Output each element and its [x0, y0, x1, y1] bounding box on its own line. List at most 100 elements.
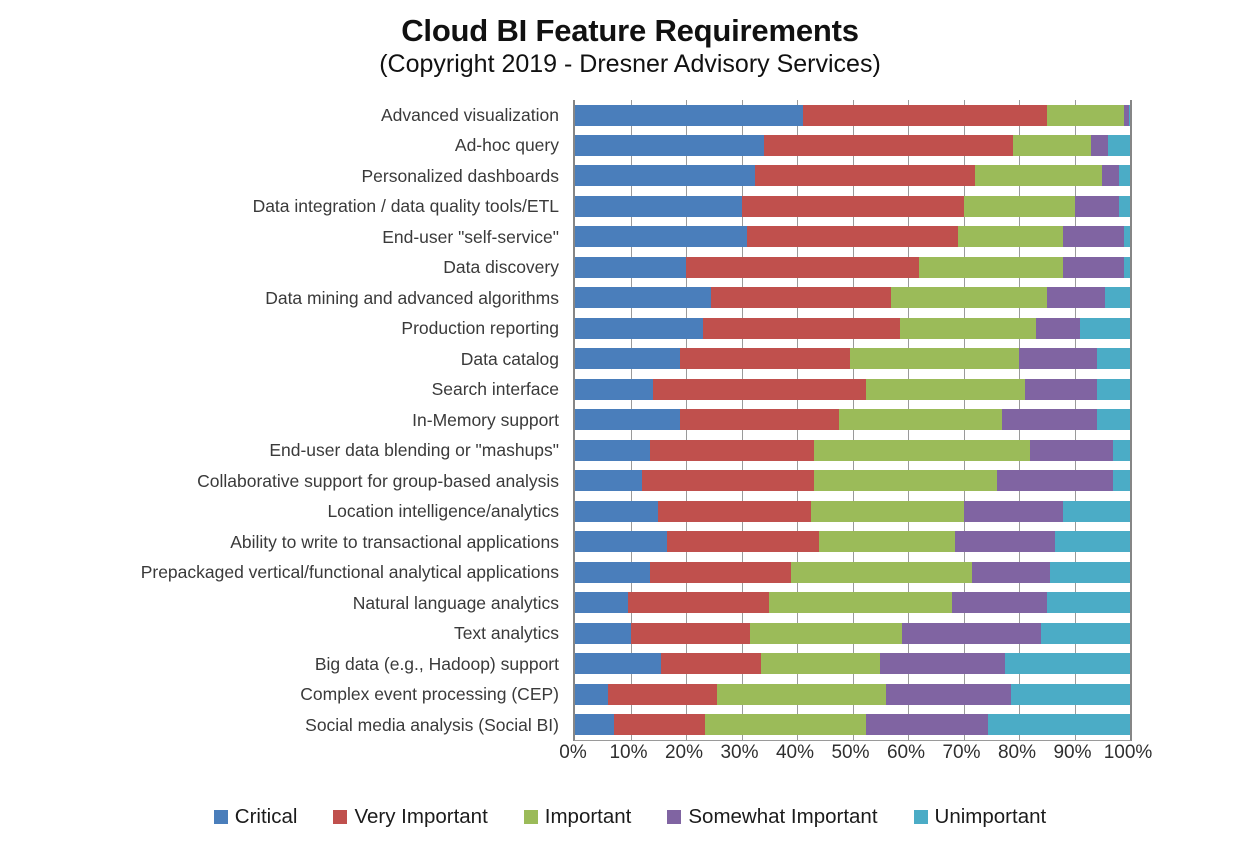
bar-segment-very-important[interactable] — [661, 653, 761, 675]
bar-segment-very-important[interactable] — [652, 378, 867, 400]
stacked-bar[interactable] — [575, 287, 1130, 309]
bar-segment-critical[interactable] — [575, 531, 667, 553]
bar-segment-unimportant[interactable] — [1124, 256, 1130, 278]
bar-segment-important[interactable] — [716, 683, 886, 705]
bar-segment-critical[interactable] — [575, 378, 653, 400]
stacked-bar[interactable] — [575, 104, 1130, 126]
bar-segment-unimportant[interactable] — [1055, 531, 1130, 553]
bar-segment-somewhat-important[interactable] — [885, 683, 1011, 705]
bar-segment-unimportant[interactable] — [1049, 561, 1130, 583]
bar-segment-important[interactable] — [813, 470, 997, 492]
bar-segment-critical[interactable] — [575, 500, 659, 522]
bar-segment-unimportant[interactable] — [1046, 592, 1130, 614]
bar-segment-critical[interactable] — [575, 409, 681, 431]
bar-segment-very-important[interactable] — [666, 531, 820, 553]
bar-segment-very-important[interactable] — [686, 256, 920, 278]
bar-segment-very-important[interactable] — [627, 592, 770, 614]
bar-segment-somewhat-important[interactable] — [963, 500, 1064, 522]
bar-segment-somewhat-important[interactable] — [1035, 317, 1081, 339]
stacked-bar[interactable] — [575, 439, 1130, 461]
bar-segment-important[interactable] — [957, 226, 1064, 248]
bar-segment-very-important[interactable] — [755, 165, 975, 187]
bar-segment-important[interactable] — [919, 256, 1064, 278]
bar-segment-unimportant[interactable] — [1113, 439, 1130, 461]
stacked-bar[interactable] — [575, 470, 1130, 492]
bar-segment-very-important[interactable] — [649, 561, 792, 583]
bar-segment-somewhat-important[interactable] — [1102, 165, 1119, 187]
stacked-bar[interactable] — [575, 226, 1130, 248]
bar-segment-unimportant[interactable] — [1063, 500, 1130, 522]
bar-segment-very-important[interactable] — [630, 622, 750, 644]
stacked-bar[interactable] — [575, 195, 1130, 217]
bar-segment-unimportant[interactable] — [1096, 378, 1130, 400]
bar-segment-very-important[interactable] — [763, 134, 1014, 156]
bar-segment-very-important[interactable] — [680, 348, 850, 370]
bar-segment-somewhat-important[interactable] — [971, 561, 1050, 583]
stacked-bar[interactable] — [575, 622, 1130, 644]
legend-item-very-important[interactable]: Very Important — [333, 805, 488, 829]
bar-segment-somewhat-important[interactable] — [996, 470, 1114, 492]
bar-segment-important[interactable] — [849, 348, 1019, 370]
bar-segment-somewhat-important[interactable] — [952, 592, 1047, 614]
stacked-bar[interactable] — [575, 409, 1130, 431]
bar-segment-very-important[interactable] — [802, 104, 1047, 126]
legend-item-unimportant[interactable]: Unimportant — [913, 805, 1046, 829]
bar-segment-very-important[interactable] — [658, 500, 811, 522]
bar-segment-important[interactable] — [838, 409, 1003, 431]
bar-segment-very-important[interactable] — [613, 714, 706, 736]
bar-segment-unimportant[interactable] — [1005, 653, 1130, 675]
bar-segment-critical[interactable] — [575, 256, 686, 278]
bar-segment-unimportant[interactable] — [1118, 195, 1130, 217]
stacked-bar[interactable] — [575, 561, 1130, 583]
bar-segment-somewhat-important[interactable] — [955, 531, 1056, 553]
legend-item-critical[interactable]: Critical — [213, 805, 297, 829]
bar-segment-very-important[interactable] — [649, 439, 814, 461]
bar-segment-critical[interactable] — [575, 683, 609, 705]
bar-segment-critical[interactable] — [575, 561, 650, 583]
stacked-bar[interactable] — [575, 165, 1130, 187]
bar-segment-very-important[interactable] — [747, 226, 958, 248]
bar-segment-critical[interactable] — [575, 653, 662, 675]
bar-segment-critical[interactable] — [575, 104, 803, 126]
stacked-bar[interactable] — [575, 317, 1130, 339]
legend-item-somewhat-important[interactable]: Somewhat Important — [667, 805, 878, 829]
bar-segment-important[interactable] — [769, 592, 953, 614]
bar-segment-somewhat-important[interactable] — [1063, 226, 1125, 248]
bar-segment-unimportant[interactable] — [1113, 470, 1130, 492]
bar-segment-critical[interactable] — [575, 226, 748, 248]
bar-segment-somewhat-important[interactable] — [1002, 409, 1097, 431]
bar-segment-important[interactable] — [819, 531, 956, 553]
bar-segment-critical[interactable] — [575, 622, 631, 644]
bar-segment-somewhat-important[interactable] — [866, 714, 989, 736]
bar-segment-somewhat-important[interactable] — [1046, 287, 1105, 309]
bar-segment-very-important[interactable] — [741, 195, 964, 217]
bar-segment-critical[interactable] — [575, 134, 764, 156]
bar-segment-important[interactable] — [1046, 104, 1125, 126]
stacked-bar[interactable] — [575, 592, 1130, 614]
bar-segment-important[interactable] — [760, 653, 881, 675]
bar-segment-unimportant[interactable] — [1010, 683, 1130, 705]
bar-segment-important[interactable] — [1013, 134, 1092, 156]
bar-segment-important[interactable] — [891, 287, 1047, 309]
bar-segment-critical[interactable] — [575, 439, 650, 461]
bar-segment-unimportant[interactable] — [1124, 226, 1130, 248]
bar-segment-very-important[interactable] — [608, 683, 717, 705]
bar-segment-unimportant[interactable] — [1118, 165, 1130, 187]
bar-segment-unimportant[interactable] — [1105, 287, 1130, 309]
stacked-bar[interactable] — [575, 256, 1130, 278]
bar-segment-critical[interactable] — [575, 592, 628, 614]
bar-segment-somewhat-important[interactable] — [1074, 195, 1119, 217]
bar-segment-important[interactable] — [791, 561, 972, 583]
bar-segment-somewhat-important[interactable] — [1024, 378, 1097, 400]
bar-segment-critical[interactable] — [575, 470, 642, 492]
bar-segment-important[interactable] — [749, 622, 903, 644]
bar-segment-somewhat-important[interactable] — [902, 622, 1042, 644]
bar-segment-very-important[interactable] — [680, 409, 839, 431]
bar-segment-important[interactable] — [899, 317, 1036, 339]
stacked-bar[interactable] — [575, 531, 1130, 553]
bar-segment-important[interactable] — [813, 439, 1031, 461]
bar-segment-somewhat-important[interactable] — [1091, 134, 1108, 156]
bar-segment-somewhat-important[interactable] — [1063, 256, 1125, 278]
bar-segment-important[interactable] — [705, 714, 867, 736]
bar-segment-important[interactable] — [963, 195, 1075, 217]
